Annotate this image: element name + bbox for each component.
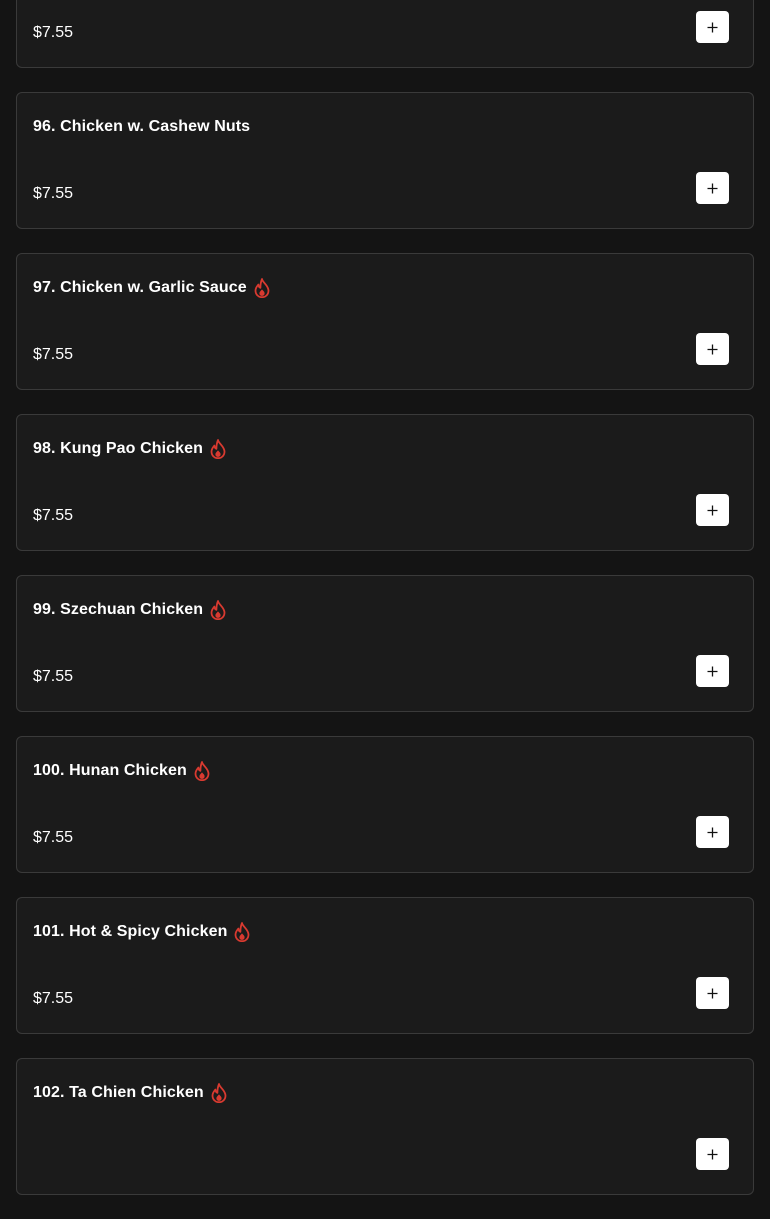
add-to-cart-button[interactable] <box>696 655 729 687</box>
menu-item-list: $7.55 96. Chicken w. Cashew Nuts $7.55 9… <box>0 0 770 1219</box>
item-name: 99. Szechuan Chicken <box>33 601 204 618</box>
add-to-cart-button[interactable] <box>696 172 729 204</box>
plus-icon <box>707 827 718 837</box>
add-to-cart-button[interactable] <box>696 333 729 365</box>
plus-icon <box>707 344 718 354</box>
plus-icon <box>707 988 718 998</box>
item-name: 97. Chicken w. Garlic Sauce <box>33 279 247 296</box>
item-name-row: 100. Hunan Chicken <box>33 758 210 784</box>
item-name-row: 97. Chicken w. Garlic Sauce <box>33 275 270 301</box>
item-price: $7.55 <box>33 668 74 685</box>
item-price: $7.55 <box>33 185 74 202</box>
item-name-row: 102. Ta Chien Chicken <box>33 1080 227 1106</box>
menu-item-card[interactable]: 97. Chicken w. Garlic Sauce $7.55 <box>16 253 754 390</box>
plus-icon <box>707 183 718 193</box>
item-name-row: 101. Hot & Spicy Chicken <box>33 919 250 945</box>
menu-item-card[interactable]: 101. Hot & Spicy Chicken $7.55 <box>16 897 754 1034</box>
plus-icon <box>707 666 718 676</box>
item-price: $7.55 <box>33 24 74 41</box>
flame-icon <box>194 761 210 781</box>
menu-item-card[interactable]: 100. Hunan Chicken $7.55 <box>16 736 754 873</box>
add-to-cart-button[interactable] <box>696 494 729 526</box>
menu-item-card[interactable]: $7.55 <box>16 0 754 68</box>
plus-icon <box>707 22 718 32</box>
item-price: $7.55 <box>33 829 74 846</box>
item-price: $7.55 <box>33 346 74 363</box>
menu-item-card[interactable]: 102. Ta Chien Chicken <box>16 1058 754 1195</box>
item-name-row: 96. Chicken w. Cashew Nuts <box>33 114 250 140</box>
add-to-cart-button[interactable] <box>696 11 729 43</box>
menu-item-card[interactable]: 96. Chicken w. Cashew Nuts $7.55 <box>16 92 754 229</box>
flame-icon <box>254 278 270 298</box>
menu-item-card[interactable]: 98. Kung Pao Chicken $7.55 <box>16 414 754 551</box>
item-name-row: 99. Szechuan Chicken <box>33 597 226 623</box>
item-price: $7.55 <box>33 507 74 524</box>
flame-icon <box>211 1083 227 1103</box>
item-name: 101. Hot & Spicy Chicken <box>33 923 228 940</box>
item-name-row: 98. Kung Pao Chicken <box>33 436 226 462</box>
item-name: 100. Hunan Chicken <box>33 762 187 779</box>
add-to-cart-button[interactable] <box>696 1138 729 1170</box>
add-to-cart-button[interactable] <box>696 977 729 1009</box>
item-name: 98. Kung Pao Chicken <box>33 440 204 457</box>
flame-icon <box>210 600 226 620</box>
add-to-cart-button[interactable] <box>696 816 729 848</box>
menu-item-card[interactable]: 99. Szechuan Chicken $7.55 <box>16 575 754 712</box>
flame-icon <box>210 439 226 459</box>
item-name: 102. Ta Chien Chicken <box>33 1084 204 1101</box>
item-name: 96. Chicken w. Cashew Nuts <box>33 118 251 135</box>
plus-icon <box>707 1149 718 1159</box>
flame-icon <box>235 922 250 942</box>
item-price: $7.55 <box>33 990 74 1007</box>
plus-icon <box>707 505 718 515</box>
